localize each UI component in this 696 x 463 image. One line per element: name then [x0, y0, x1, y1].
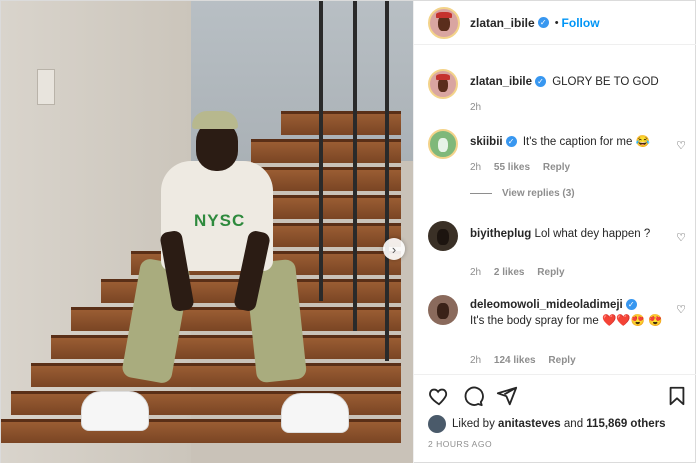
verified-icon: ✓ — [505, 136, 517, 148]
avatar[interactable] — [428, 6, 460, 39]
comment-like-heart-icon[interactable]: ♡ — [676, 139, 686, 152]
list-item: deleomowoli_mideoladimeji ✓ It's the body… — [428, 295, 688, 375]
avatar[interactable] — [428, 415, 446, 433]
comment-like-heart-icon[interactable]: ♡ — [676, 231, 686, 244]
caption-username[interactable]: zlatan_ibile — [470, 76, 532, 88]
follow-button[interactable]: Follow — [562, 16, 600, 30]
comment-likes[interactable]: 2 likes — [494, 267, 525, 278]
header-username[interactable]: zlatan_ibile — [470, 16, 535, 30]
comment-time[interactable]: 2h — [470, 267, 481, 278]
caption: zlatan_ibile ✓ GLORY BE TO GOD 2h — [428, 69, 688, 119]
avatar[interactable] — [428, 69, 458, 99]
reply-button[interactable]: Reply — [543, 162, 570, 173]
comment-username[interactable]: skiibii — [470, 136, 503, 148]
comment-username[interactable]: deleomowoli_mideoladimeji — [470, 299, 623, 311]
comment-username[interactable]: biyitheplug — [470, 228, 531, 240]
bookmark-icon[interactable] — [666, 385, 688, 407]
avatar[interactable] — [428, 221, 458, 251]
instagram-post: NYSC › zlatan_ibile ✓ • Follow zlatan_ib… — [0, 0, 696, 463]
post-actions: Liked by anitasteves and 115,869 others … — [414, 374, 696, 463]
share-icon[interactable] — [496, 385, 518, 407]
comment-like-heart-icon[interactable]: ♡ — [676, 303, 686, 316]
heart-icon[interactable] — [428, 385, 450, 407]
rail-post — [353, 1, 357, 331]
action-icons — [428, 385, 688, 409]
comment-icon[interactable] — [462, 385, 484, 407]
photo-person-cap — [192, 111, 238, 129]
reply-button[interactable]: Reply — [548, 355, 575, 366]
list-item: biyitheplug Lol what dey happen ? 2h 2 l… — [428, 221, 688, 281]
comment-time[interactable]: 2h — [470, 355, 481, 366]
photo-person-legs — [120, 251, 311, 391]
comment-likes[interactable]: 124 likes — [494, 355, 536, 366]
liked-by-prefix: Liked by — [452, 418, 495, 430]
post-header: zlatan_ibile ✓ • Follow — [414, 1, 696, 45]
comment-text: It's the body spray for me ❤️❤️😍 😍 — [470, 315, 663, 327]
liked-by-and: and — [563, 418, 584, 430]
post-side-panel: zlatan_ibile ✓ • Follow zlatan_ibile ✓ GL… — [413, 1, 696, 463]
reply-button[interactable]: Reply — [537, 267, 564, 278]
view-replies-button[interactable]: View replies (3) — [470, 188, 575, 199]
post-timestamp[interactable]: 2 HOURS AGO — [428, 439, 492, 449]
caption-time[interactable]: 2h — [470, 102, 481, 113]
list-item: skiibii ✓ It's the caption for me 😂 2h 55… — [428, 129, 688, 189]
rail-post — [319, 1, 323, 301]
separator-dot: • — [554, 16, 559, 29]
verified-icon: ✓ — [537, 17, 549, 28]
photo-shoe — [81, 391, 149, 431]
comment-likes[interactable]: 55 likes — [494, 162, 530, 173]
comment-text: It's the caption for me 😂 — [522, 136, 650, 148]
post-photo[interactable]: NYSC › — [1, 1, 413, 463]
verified-icon: ✓ — [535, 76, 546, 88]
comment-time[interactable]: 2h — [470, 162, 481, 173]
shirt-text: NYSC — [194, 211, 246, 230]
liked-by: Liked by anitasteves and 115,869 others — [428, 415, 666, 433]
next-photo-button[interactable]: › — [383, 238, 405, 260]
likes-count[interactable]: 115,869 others — [586, 418, 665, 430]
avatar[interactable] — [428, 129, 458, 159]
verified-icon: ✓ — [625, 299, 637, 311]
photo-shoe — [281, 393, 349, 433]
liked-by-user[interactable]: anitasteves — [498, 418, 561, 430]
photo-light-switch — [37, 69, 55, 105]
avatar[interactable] — [428, 295, 458, 325]
caption-text: GLORY BE TO GOD — [552, 76, 659, 88]
rail-post — [385, 1, 389, 361]
comment-text: Lol what dey happen ? — [534, 228, 651, 240]
